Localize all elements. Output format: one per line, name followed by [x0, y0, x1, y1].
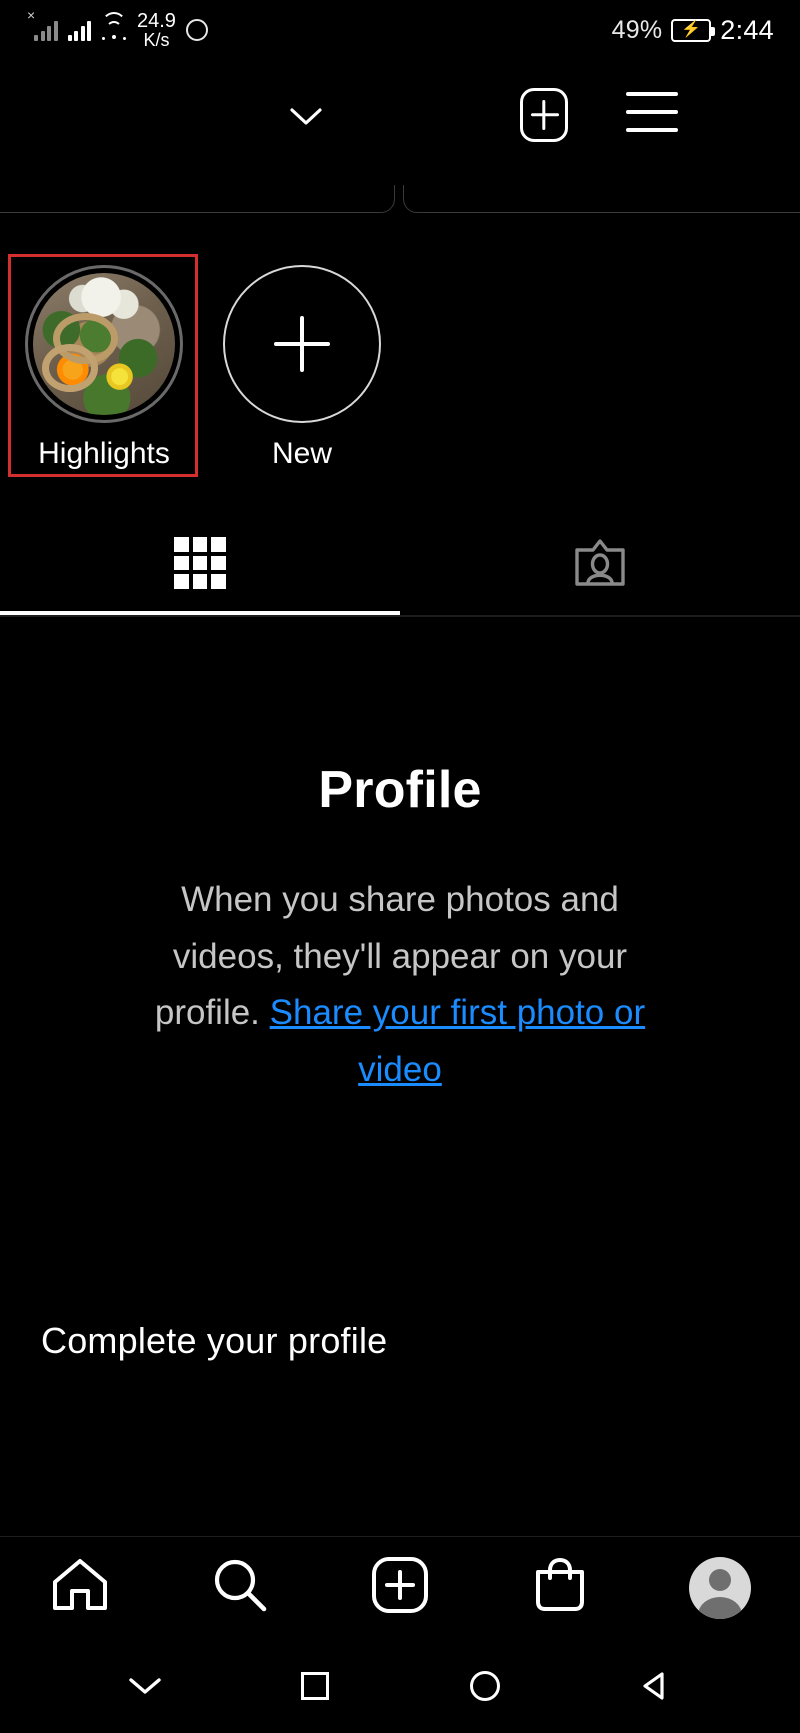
system-recents-button[interactable] — [275, 1654, 355, 1718]
add-post-icon — [371, 1556, 429, 1619]
nav-item-search[interactable] — [185, 1542, 295, 1634]
complete-profile-heading: Complete your profile — [41, 1320, 388, 1361]
chevron-down-icon — [129, 1677, 161, 1694]
tab-tagged[interactable] — [400, 515, 800, 611]
battery-percent: 49% — [611, 15, 663, 44]
share-first-photo-link[interactable]: Share your first photo or video — [270, 993, 645, 1089]
status-bar: × 24.9 K/s 49% ⚡ 2:44 — [0, 0, 800, 60]
empty-state: Profile When you share photos and videos… — [0, 760, 800, 1099]
app-header — [0, 60, 800, 185]
highlight-item-new[interactable]: New — [223, 265, 381, 471]
status-bar-left: × 24.9 K/s — [27, 8, 208, 49]
square-icon — [301, 1671, 329, 1700]
hamburger-menu-icon[interactable] — [626, 92, 678, 138]
highlight-item-highlights[interactable]: Highlights — [25, 265, 183, 471]
wifi-icon — [101, 12, 127, 41]
page-title: Profile — [318, 761, 482, 819]
plus-icon — [223, 265, 381, 423]
circle-icon — [470, 1670, 500, 1701]
triangle-back-icon — [643, 1671, 664, 1700]
highlight-ring — [25, 265, 183, 423]
nav-item-profile[interactable] — [665, 1542, 775, 1634]
tagged-person-icon — [573, 537, 627, 589]
shop-bag-icon — [532, 1556, 588, 1619]
status-bar-clock: 2:44 — [720, 14, 774, 45]
chevron-down-icon[interactable] — [289, 100, 323, 134]
home-icon — [50, 1556, 110, 1619]
edit-profile-button-partial[interactable] — [0, 185, 395, 213]
nav-item-home[interactable] — [25, 1542, 135, 1634]
bottom-nav-bar — [0, 1536, 800, 1638]
search-icon — [210, 1555, 270, 1620]
tabs-divider — [0, 615, 800, 617]
add-post-icon[interactable] — [520, 88, 568, 142]
system-hide-keyboard-button[interactable] — [105, 1654, 185, 1718]
signal-bars-icon — [67, 19, 91, 41]
highlights-row: Highlights New — [0, 245, 800, 495]
partial-action-buttons-row — [0, 185, 800, 230]
nav-item-create[interactable] — [345, 1542, 455, 1634]
network-speed-value: 24.9 — [137, 10, 176, 32]
tab-grid[interactable] — [0, 515, 400, 611]
avatar-icon — [689, 1556, 751, 1619]
grid-icon — [174, 537, 226, 589]
system-nav-bar — [0, 1638, 800, 1733]
nav-item-shop[interactable] — [505, 1542, 615, 1634]
system-home-button[interactable] — [445, 1654, 525, 1718]
signal-bars-disabled-icon: × — [27, 8, 58, 41]
network-speed: 24.9 K/s — [137, 11, 176, 49]
empty-state-body: When you share photos and videos, they'l… — [0, 872, 800, 1099]
circle-indicator-icon — [185, 19, 208, 41]
system-back-button[interactable] — [615, 1654, 695, 1718]
highlight-label: New — [271, 437, 332, 470]
flower-pots-photo — [33, 273, 175, 415]
phone-screen: × 24.9 K/s 49% ⚡ 2:44 Highlights New Pro… — [0, 0, 800, 1733]
highlight-label: Highlights — [38, 437, 170, 470]
network-speed-unit: K/s — [143, 30, 170, 50]
battery-charging-icon: ⚡ — [671, 18, 716, 42]
profile-tabs — [0, 515, 800, 615]
active-tab-underline — [0, 611, 400, 615]
share-profile-button-partial[interactable] — [403, 185, 800, 213]
status-bar-right: 49% ⚡ 2:44 — [612, 15, 774, 46]
